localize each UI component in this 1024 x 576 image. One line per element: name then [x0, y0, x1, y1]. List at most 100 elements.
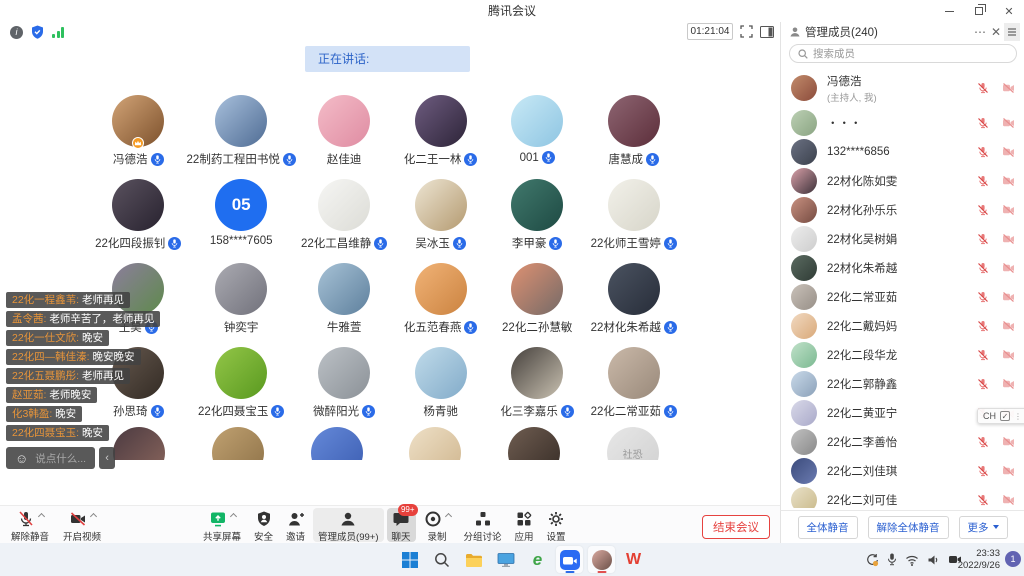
participant-tile[interactable]: 22化四段振钊	[90, 177, 187, 261]
notification-badge[interactable]: 1	[1005, 551, 1021, 567]
toolbar-item-share-screen[interactable]: 共享屏幕	[198, 508, 246, 542]
member-row[interactable]: 22化二李善怡	[781, 427, 1024, 456]
taskbar-app-tencent-meeting[interactable]	[556, 546, 583, 573]
taskbar-app-ie-browser[interactable]: e	[524, 546, 551, 573]
network-signal-icon[interactable]	[52, 26, 64, 38]
participant-tile[interactable]: 化二王一林	[392, 93, 489, 177]
participant-tile[interactable]	[386, 427, 485, 460]
participant-tile[interactable]: 001	[489, 93, 586, 177]
minimize-button[interactable]	[934, 0, 964, 22]
member-mic-muted-icon[interactable]	[977, 82, 989, 94]
member-row[interactable]: 22化二刘可佳	[781, 485, 1024, 508]
participant-tile[interactable]: 22化工昌维静	[296, 177, 393, 261]
member-row[interactable]: 132****6856	[781, 137, 1024, 166]
taskbar-app-this-pc[interactable]	[492, 546, 519, 573]
chevron-up-icon[interactable]	[37, 513, 44, 520]
member-search-box[interactable]	[789, 44, 1017, 63]
toolbar-item-invite[interactable]: 邀请	[281, 508, 310, 542]
taskbar-clock[interactable]: 23:33 2022/9/26	[958, 548, 1000, 571]
participant-tile[interactable]: 化五范春燕	[392, 261, 489, 345]
member-row[interactable]: ・・・	[781, 108, 1024, 137]
member-mic-muted-icon[interactable]	[977, 117, 989, 129]
member-mic-muted-icon[interactable]	[977, 436, 989, 448]
member-row[interactable]: 22材化陈如雯	[781, 166, 1024, 195]
participant-tile[interactable]: 22化二孙慧敏	[489, 261, 586, 345]
member-mic-muted-icon[interactable]	[977, 175, 989, 187]
restore-button[interactable]	[964, 0, 994, 22]
member-camera-off-icon[interactable]	[1002, 494, 1015, 506]
member-search-input[interactable]	[813, 48, 983, 60]
participant-tile[interactable]: 吴冰玉	[392, 177, 489, 261]
member-camera-off-icon[interactable]	[1002, 291, 1015, 303]
participant-tile[interactable]: 唐慧成	[585, 93, 682, 177]
panel-menu-button[interactable]	[1004, 23, 1020, 41]
ime-indicator[interactable]: CH ✓ ⋮⋮	[977, 408, 1024, 424]
member-mic-muted-icon[interactable]	[977, 320, 989, 332]
member-row[interactable]: 22材化吴树娟	[781, 224, 1024, 253]
member-camera-off-icon[interactable]	[1002, 349, 1015, 361]
member-mic-muted-icon[interactable]	[977, 146, 989, 158]
taskbar-app-search[interactable]	[428, 546, 455, 573]
participant-tile[interactable]: 钟奕宇	[187, 261, 296, 345]
fullscreen-icon[interactable]	[740, 25, 753, 38]
member-camera-off-icon[interactable]	[1002, 233, 1015, 245]
participant-tile[interactable]: 赵佳迪	[296, 93, 393, 177]
member-mic-muted-icon[interactable]	[977, 262, 989, 274]
member-row[interactable]: 22化二常亚茹	[781, 282, 1024, 311]
chat-input[interactable]: ☺ 说点什么...	[6, 447, 95, 469]
taskbar-app-file-explorer[interactable]	[460, 546, 487, 573]
toolbar-item-camera-off[interactable]: 开启视频	[58, 508, 106, 542]
participant-tile[interactable]: 22化二常亚茹	[585, 345, 682, 429]
participant-tile[interactable]: 22材化朱希越	[585, 261, 682, 345]
taskbar-app-wps[interactable]: W	[620, 546, 647, 573]
member-camera-off-icon[interactable]	[1002, 117, 1015, 129]
participant-tile[interactable]: 杨青驰	[392, 345, 489, 429]
security-shield-icon[interactable]	[31, 25, 44, 39]
close-button[interactable]: ✕	[994, 0, 1024, 22]
taskbar-app-wechat[interactable]	[588, 546, 615, 573]
layout-switch-icon[interactable]	[760, 26, 774, 38]
panel-more-button[interactable]: ⋯	[972, 25, 988, 39]
footer-button-解除全体静音[interactable]: 解除全体静音	[868, 516, 949, 539]
emoji-icon[interactable]: ☺	[15, 451, 28, 466]
member-row[interactable]: 22材化孙乐乐	[781, 195, 1024, 224]
toolbar-item-apps[interactable]: 应用	[510, 508, 539, 542]
member-row[interactable]: 22化二戴妈妈	[781, 311, 1024, 340]
participant-tile[interactable]: 22制药工程田书悦	[187, 93, 296, 177]
taskbar-app-start[interactable]	[396, 546, 423, 573]
participant-tile[interactable]	[287, 427, 386, 460]
member-camera-off-icon[interactable]	[1002, 378, 1015, 390]
member-mic-muted-icon[interactable]	[977, 465, 989, 477]
participant-tile[interactable]: 社恐	[583, 427, 682, 460]
toolbar-item-security[interactable]: 安全	[249, 508, 278, 542]
member-camera-off-icon[interactable]	[1002, 436, 1015, 448]
toolbar-item-mic-off[interactable]: 解除静音	[6, 508, 54, 542]
tray-mic-icon[interactable]	[887, 553, 897, 566]
member-mic-muted-icon[interactable]	[977, 349, 989, 361]
participant-tile[interactable]: 05158****7605	[187, 177, 296, 261]
end-meeting-button[interactable]: 结束会议	[702, 515, 770, 539]
chevron-up-icon[interactable]	[444, 513, 451, 520]
member-camera-off-icon[interactable]	[1002, 175, 1015, 187]
member-row[interactable]: 22化二段华龙	[781, 340, 1024, 369]
member-mic-muted-icon[interactable]	[977, 378, 989, 390]
member-mic-muted-icon[interactable]	[977, 291, 989, 303]
participant-tile[interactable]: 牛雅萱	[296, 261, 393, 345]
member-row[interactable]: 22化二刘佳琪	[781, 456, 1024, 485]
participant-tile[interactable]: 李甲豪	[489, 177, 586, 261]
member-mic-muted-icon[interactable]	[977, 494, 989, 506]
member-camera-off-icon[interactable]	[1002, 320, 1015, 332]
footer-button-更多[interactable]: 更多	[959, 516, 1008, 539]
toolbar-item-settings[interactable]: 设置	[542, 508, 571, 542]
toolbar-item-record[interactable]: 录制	[419, 508, 456, 542]
footer-button-全体静音[interactable]: 全体静音	[798, 516, 858, 539]
tray-wifi-icon[interactable]	[905, 554, 919, 566]
member-camera-off-icon[interactable]	[1002, 146, 1015, 158]
member-mic-muted-icon[interactable]	[977, 204, 989, 216]
member-camera-off-icon[interactable]	[1002, 204, 1015, 216]
panel-close-button[interactable]: ✕	[988, 25, 1004, 39]
chevron-up-icon[interactable]	[229, 513, 236, 520]
toolbar-item-breakout[interactable]: 分组讨论	[459, 508, 507, 542]
toolbar-item-members[interactable]: 管理成员(99+)	[313, 508, 383, 542]
meeting-info-icon[interactable]: i	[10, 26, 23, 39]
